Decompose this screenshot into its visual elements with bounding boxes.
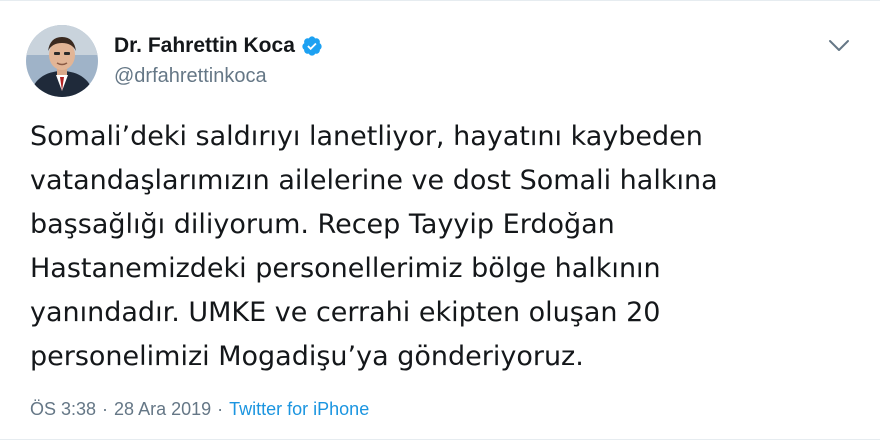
tweet-text-line: yanındadır. UMKE ve cerrahi ekipten oluş…: [30, 297, 661, 328]
tweet-text-line: personelimizi Mogadişu’ya gönderiyoruz.: [30, 341, 584, 372]
meta-separator: ·: [102, 399, 109, 419]
meta-separator: ·: [217, 399, 224, 419]
tweet-card[interactable]: Dr. Fahrettin Koca @drfahrettinkoca Soma…: [0, 0, 880, 440]
tweet-text-line: Somali’deki saldırıyı lanetliyor, hayatı…: [30, 121, 703, 152]
avatar[interactable]: [26, 25, 98, 97]
tweet-text-line: Hastanemizdeki personellerimiz bölge hal…: [30, 253, 661, 284]
tweet-meta: ÖS 3:38 · 28 Ara 2019 · Twitter for iPho…: [30, 397, 369, 421]
tweet-text-line: vatandaşlarımızın ailelerine ve dost Som…: [30, 165, 718, 196]
author-handle[interactable]: @drfahrettinkoca: [114, 63, 323, 89]
tweet-text-line: başsağlığı diliyorum. Recep Tayyip Erdoğ…: [30, 209, 615, 240]
display-name-row: Dr. Fahrettin Koca: [114, 33, 323, 59]
tweet-text: Somali’deki saldırıyı lanetliyor, hayatı…: [30, 115, 860, 379]
tweet-header: Dr. Fahrettin Koca @drfahrettinkoca: [26, 25, 323, 97]
tweet-time[interactable]: ÖS 3:38: [30, 397, 96, 421]
author-display-name[interactable]: Dr. Fahrettin Koca: [114, 33, 295, 59]
chevron-down-icon[interactable]: [828, 39, 850, 53]
author-names: Dr. Fahrettin Koca @drfahrettinkoca: [114, 33, 323, 89]
verified-badge-icon: [301, 35, 323, 57]
tweet-source-link[interactable]: Twitter for iPhone: [229, 397, 369, 421]
tweet-date[interactable]: 28 Ara 2019: [114, 397, 211, 421]
